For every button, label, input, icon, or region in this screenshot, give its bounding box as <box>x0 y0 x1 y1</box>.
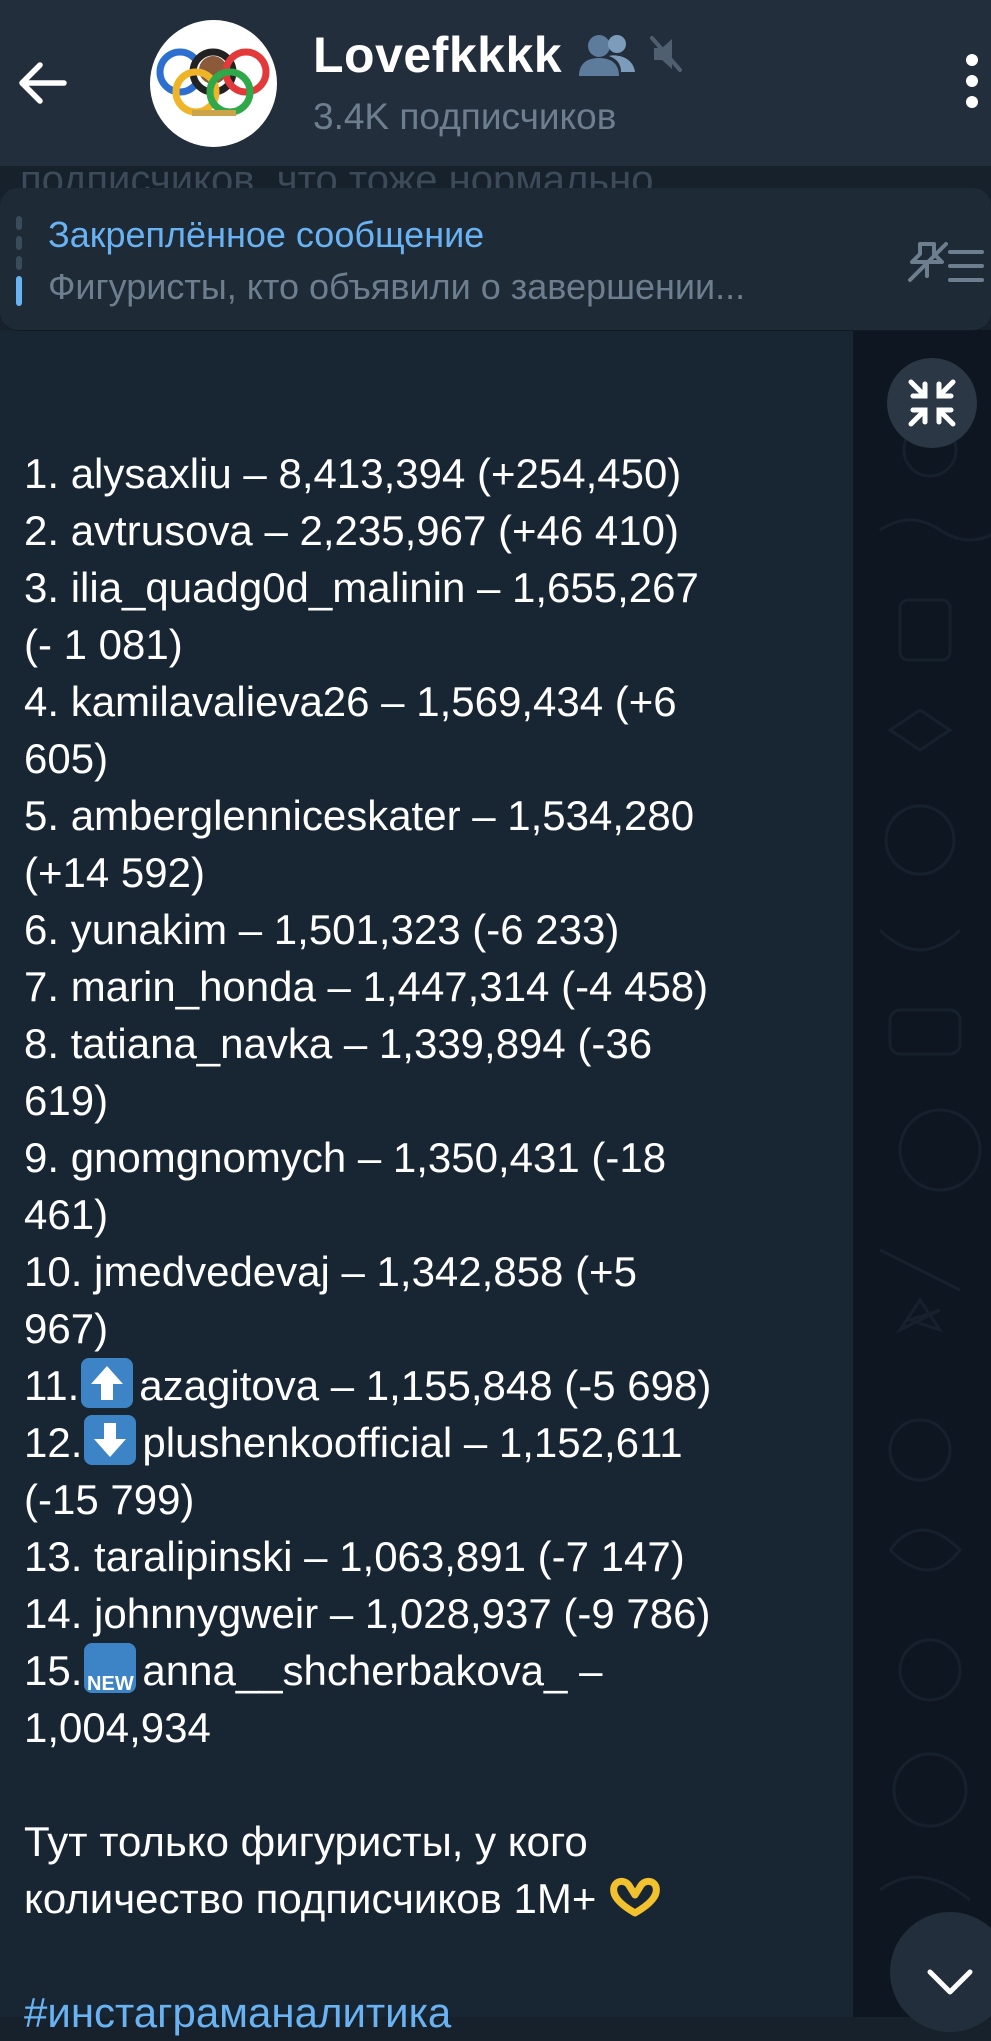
more-vertical-icon[interactable] <box>960 54 984 112</box>
chat-header: Lovefkkkk 3.4K подписчиков <box>0 0 991 166</box>
message-line: 6. yunakim – 1,501,323 (-6 233) <box>24 906 620 953</box>
arrow-down-icon <box>84 1415 137 1465</box>
pinned-indicator <box>16 216 22 308</box>
message-line: 2. avtrusova – 2,235,967 (+46 410) <box>24 507 679 554</box>
message-line: 11. azagitova – 1,155,848 (-5 698) <box>24 1357 844 1414</box>
message-line: Тут только фигуристы, у кого <box>24 1818 588 1865</box>
back-button[interactable] <box>14 58 70 108</box>
message-line: (-15 799) <box>24 1476 195 1523</box>
message-line: (- 1 081) <box>24 621 183 668</box>
message-text: 1. alysaxliu – 8,413,394 (+254,450) 2. a… <box>24 388 844 2041</box>
pin-list-icon[interactable] <box>906 240 986 290</box>
message-line: 10. jmedvedevaj – 1,342,858 (+5 <box>24 1248 637 1295</box>
entry-text: plushenkoofficial – 1,152,611 <box>142 1419 683 1466</box>
new-badge-icon: NEW <box>84 1643 137 1695</box>
message-line: 12. plushenkoofficial – 1,152,611 <box>24 1414 844 1471</box>
pinned-text: Фигуристы, кто объявили о завершении... <box>48 266 746 307</box>
collapse-icon <box>908 379 956 427</box>
message-line: 15. NEW anna__shcherbakova_ – <box>24 1642 844 1699</box>
message-line: 5. amberglenniceskater – 1,534,280 <box>24 792 695 839</box>
arrow-up-icon <box>81 1358 134 1408</box>
message-line: 967) <box>24 1305 109 1352</box>
message-line: 3. ilia_quadg0d_malinin – 1,655,267 <box>24 564 699 611</box>
message-line: 7. marin_honda – 1,447,314 (-4 458) <box>24 963 709 1010</box>
message-line: 8. tatiana_navka – 1,339,894 (-36 <box>24 1020 653 1067</box>
collapse-button[interactable] <box>887 358 977 448</box>
message-line: 14. johnnygweir – 1,028,937 (-9 786) <box>24 1590 711 1637</box>
heart-hands-icon <box>608 1872 662 1929</box>
rank-number: 12. <box>24 1419 83 1466</box>
arrow-left-icon <box>19 62 67 104</box>
mute-icon <box>650 36 682 72</box>
message-line: 1. alysaxliu – 8,413,394 (+254,450) <box>24 450 682 497</box>
message-line: (+14 592) <box>24 849 205 896</box>
message-line: 9. gnomgnomych – 1,350,431 (-18 <box>24 1134 667 1181</box>
scroll-down-button[interactable] <box>890 1912 991 2032</box>
message-line: 1,004,934 <box>24 1704 211 1751</box>
rank-number: 11. <box>24 1362 80 1409</box>
message-line: 13. taralipinski – 1,063,891 (-7 147) <box>24 1533 685 1580</box>
rank-number: 15. <box>24 1647 83 1694</box>
pinned-message-bar[interactable]: Закреплённое сообщение Фигуристы, кто об… <box>0 188 991 331</box>
new-badge-label: NEW <box>87 1673 134 1695</box>
subscriber-count: 3.4K подписчиков <box>313 96 617 137</box>
message-line: 619) <box>24 1077 109 1124</box>
message-line: количество подписчиков 1М+ <box>24 1870 844 1927</box>
footer-text: количество подписчиков 1М+ <box>24 1875 597 1922</box>
entry-text: anna__shcherbakova_ – <box>142 1647 603 1694</box>
message-bubble[interactable]: 1. alysaxliu – 8,413,394 (+254,450) 2. a… <box>0 330 853 2036</box>
hashtag-link[interactable]: #инстаграманалитика <box>24 1984 844 2041</box>
doodle-pattern <box>878 422 991 1992</box>
message-line: 605) <box>24 735 109 782</box>
pinned-title: Закреплённое сообщение <box>48 214 485 255</box>
line-spacer <box>24 1927 844 1984</box>
message-line: 4. kamilavalieva26 – 1,569,434 (+6 <box>24 678 677 725</box>
olympic-rings-logo <box>156 48 270 116</box>
group-icon <box>579 35 635 76</box>
chevron-down-icon <box>927 1969 973 1995</box>
message-line <box>24 388 844 445</box>
channel-title[interactable]: Lovefkkkk <box>313 26 562 84</box>
line-spacer <box>24 1756 844 1813</box>
entry-text: azagitova – 1,155,848 (-5 698) <box>139 1362 712 1409</box>
channel-avatar[interactable] <box>150 20 277 147</box>
message-line: 461) <box>24 1191 109 1238</box>
